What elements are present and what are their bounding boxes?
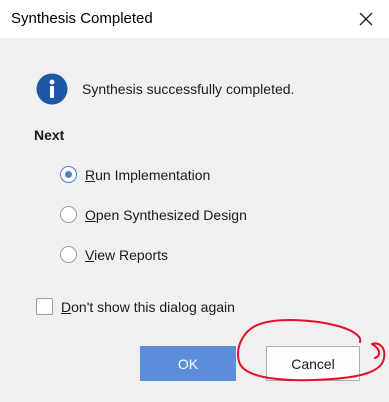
option-label: Open Synthesized Design — [85, 206, 247, 223]
option-label: View Reports — [85, 246, 169, 263]
info-icon — [36, 73, 68, 105]
option-label: Run Implementation — [85, 166, 211, 183]
option-run-implementation[interactable]: Run Implementation — [60, 166, 210, 183]
ok-button[interactable]: OK — [140, 346, 236, 381]
dont-show-again-row[interactable]: Don't show this dialog again — [36, 298, 235, 315]
cancel-button[interactable]: Cancel — [266, 346, 360, 381]
option-view-reports[interactable]: View Reports — [60, 246, 168, 263]
dont-show-again-checkbox[interactable] — [36, 298, 53, 315]
window-title: Synthesis Completed — [11, 10, 153, 27]
title-bar: Synthesis Completed — [0, 0, 389, 38]
close-icon — [359, 12, 373, 26]
message-row: Synthesis successfully completed. — [36, 73, 294, 105]
dont-show-again-label: Don't show this dialog again — [61, 298, 235, 315]
close-button[interactable] — [351, 4, 381, 34]
radio-open-synthesized-design[interactable] — [60, 206, 77, 223]
message-text: Synthesis successfully completed. — [82, 81, 295, 97]
option-open-synthesized-design[interactable]: Open Synthesized Design — [60, 206, 247, 223]
radio-run-implementation[interactable] — [60, 166, 77, 183]
radio-view-reports[interactable] — [60, 246, 77, 263]
next-heading: Next — [34, 127, 65, 143]
